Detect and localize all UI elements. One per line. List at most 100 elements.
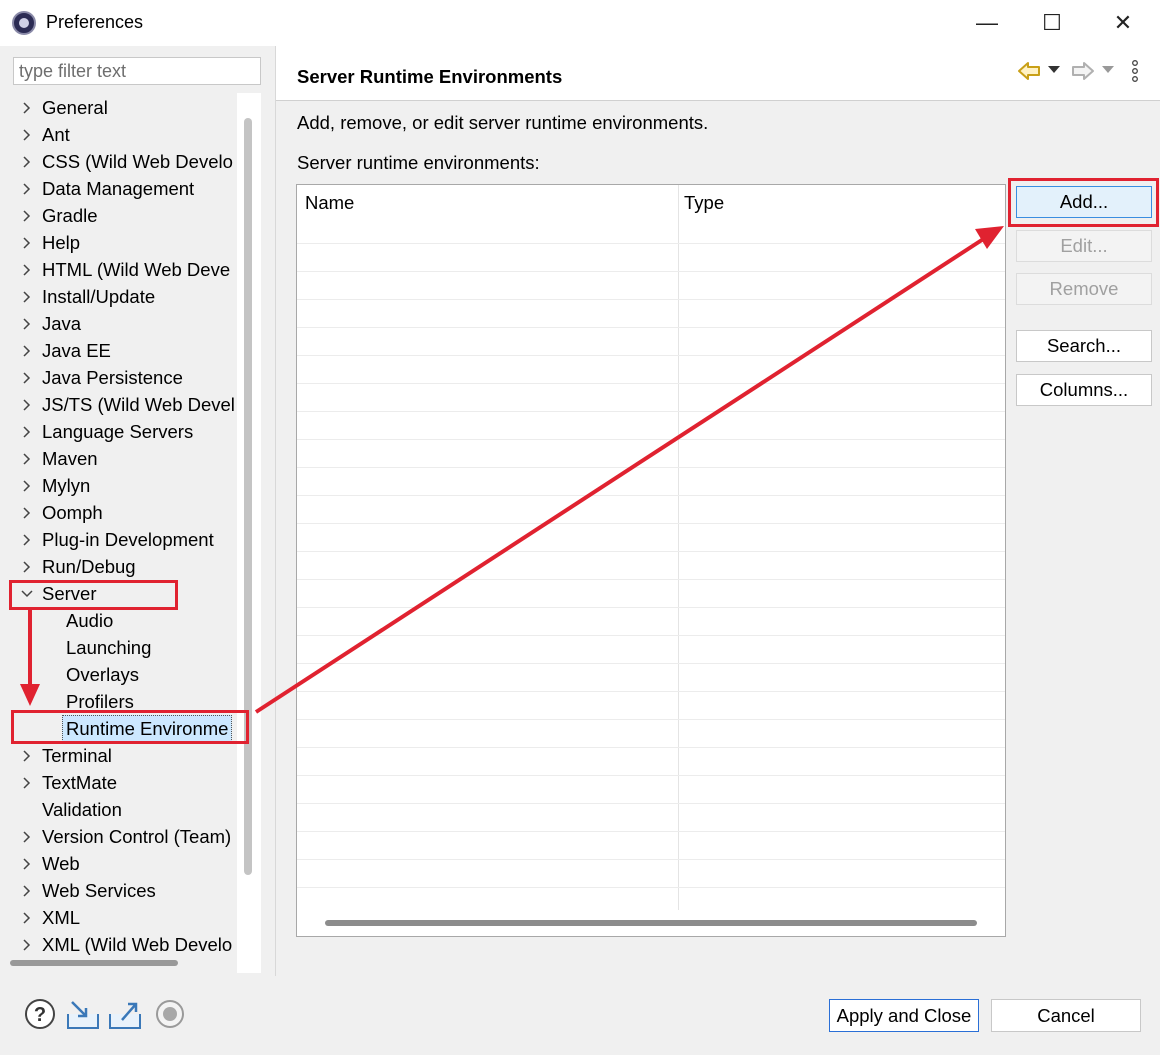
tree-item-label: Maven	[42, 448, 98, 469]
tree-item[interactable]: Terminal	[0, 742, 236, 769]
chevron-right-icon[interactable]	[17, 310, 37, 337]
chevron-right-icon[interactable]	[17, 418, 37, 445]
annotation-box-server	[9, 580, 178, 610]
tree-item[interactable]: Validation	[0, 796, 236, 823]
tree-item[interactable]: XML (Wild Web Develo	[0, 931, 236, 958]
tree-item[interactable]: Language Servers	[0, 418, 236, 445]
export-icon[interactable]	[108, 998, 142, 1030]
tree-item[interactable]: Mylyn	[0, 472, 236, 499]
annotation-box-add	[1008, 178, 1159, 227]
chevron-right-icon[interactable]	[17, 364, 37, 391]
tree-item-label: Audio	[66, 610, 114, 631]
chevron-right-icon[interactable]	[17, 823, 37, 850]
remove-button[interactable]: Remove	[1016, 273, 1152, 305]
view-menu-icon[interactable]	[1130, 59, 1140, 83]
tree-item[interactable]: Data Management	[0, 175, 236, 202]
tree-item[interactable]: Maven	[0, 445, 236, 472]
tree-item-label: Oomph	[42, 502, 103, 523]
column-header-name[interactable]: Name	[305, 192, 354, 214]
tree-item[interactable]: General	[0, 94, 236, 121]
tree-horizontal-scrollbar[interactable]	[10, 960, 178, 966]
tree-item[interactable]: Launching	[0, 634, 236, 661]
chevron-right-icon[interactable]	[17, 337, 37, 364]
chevron-right-icon[interactable]	[17, 904, 37, 931]
cancel-button[interactable]: Cancel	[991, 999, 1141, 1032]
filter-input[interactable]	[13, 57, 261, 85]
tree-item[interactable]: Ant	[0, 121, 236, 148]
page-description: Add, remove, or edit server runtime envi…	[297, 112, 709, 133]
back-dropdown-icon[interactable]	[1048, 66, 1060, 74]
forward-arrow-icon[interactable]	[1070, 60, 1096, 82]
chevron-right-icon[interactable]	[17, 499, 37, 526]
tree-item-label: Data Management	[42, 178, 195, 199]
column-header-type[interactable]: Type	[684, 192, 724, 214]
close-icon[interactable]: ✕	[1101, 8, 1145, 38]
tree-item[interactable]: Java	[0, 310, 236, 337]
tree-item[interactable]: Web	[0, 850, 236, 877]
tree-item[interactable]: Java Persistence	[0, 364, 236, 391]
chevron-right-icon[interactable]	[17, 850, 37, 877]
chevron-right-icon[interactable]	[17, 283, 37, 310]
tree-vertical-scrollbar[interactable]	[244, 118, 252, 875]
maximize-icon[interactable]: ☐	[1030, 8, 1074, 38]
tree-item[interactable]: Install/Update	[0, 283, 236, 310]
tree-item[interactable]: Web Services	[0, 877, 236, 904]
chevron-right-icon[interactable]	[17, 877, 37, 904]
table-horizontal-scrollbar[interactable]	[325, 920, 977, 926]
help-icon[interactable]: ?	[24, 998, 56, 1030]
tree-item[interactable]: JS/TS (Wild Web Devel	[0, 391, 236, 418]
search-button[interactable]: Search...	[1016, 330, 1152, 362]
tree-item-label: Java EE	[42, 340, 111, 361]
tree-item-label: XML (Wild Web Develo	[42, 934, 233, 955]
chevron-right-icon[interactable]	[17, 472, 37, 499]
chevron-right-icon[interactable]	[17, 742, 37, 769]
minimize-icon[interactable]: —	[965, 8, 1009, 38]
tree-item[interactable]: Overlays	[0, 661, 236, 688]
back-arrow-icon[interactable]	[1016, 60, 1042, 82]
chevron-right-icon[interactable]	[17, 148, 37, 175]
tree-item[interactable]: TextMate	[0, 769, 236, 796]
tree-item-label: Language Servers	[42, 421, 194, 442]
tree-item-label: TextMate	[42, 772, 118, 793]
import-icon[interactable]	[66, 998, 100, 1030]
runtime-environments-table[interactable]: Name Type	[296, 184, 1006, 937]
chevron-right-icon[interactable]	[17, 94, 37, 121]
table-row	[297, 803, 1005, 804]
columns-button[interactable]: Columns...	[1016, 374, 1152, 406]
chevron-right-icon[interactable]	[17, 256, 37, 283]
tree-item[interactable]: Help	[0, 229, 236, 256]
tree-item[interactable]: HTML (Wild Web Deve	[0, 256, 236, 283]
chevron-right-icon[interactable]	[17, 769, 37, 796]
forward-dropdown-icon[interactable]	[1102, 66, 1114, 74]
chevron-right-icon[interactable]	[17, 553, 37, 580]
apply-and-close-button[interactable]: Apply and Close	[829, 999, 979, 1032]
chevron-right-icon[interactable]	[17, 931, 37, 958]
tree-item[interactable]: Oomph	[0, 499, 236, 526]
table-row	[297, 831, 1005, 832]
tree-item-label: Java Persistence	[42, 367, 183, 388]
annotation-box-runtime	[11, 710, 249, 744]
tree-item[interactable]: Plug-in Development	[0, 526, 236, 553]
tree-item[interactable]: XML	[0, 904, 236, 931]
edit-button[interactable]: Edit...	[1016, 230, 1152, 262]
tree-item[interactable]: Java EE	[0, 337, 236, 364]
tree-item[interactable]: Run/Debug	[0, 553, 236, 580]
chevron-right-icon[interactable]	[17, 526, 37, 553]
chevron-right-icon[interactable]	[17, 391, 37, 418]
record-icon[interactable]	[154, 998, 186, 1030]
tree-item-label: Terminal	[42, 745, 112, 766]
chevron-right-icon[interactable]	[17, 202, 37, 229]
tree-item[interactable]: Audio	[0, 607, 236, 634]
preference-tree: General Ant CSS (Wild Web Develo Data Manag…	[0, 93, 236, 973]
chevron-right-icon[interactable]	[17, 445, 37, 472]
tree-item[interactable]: Gradle	[0, 202, 236, 229]
chevron-right-icon[interactable]	[17, 229, 37, 256]
tree-item[interactable]: Version Control (Team)	[0, 823, 236, 850]
table-row	[297, 719, 1005, 720]
chevron-right-icon[interactable]	[17, 121, 37, 148]
tree-item[interactable]: CSS (Wild Web Develo	[0, 148, 236, 175]
chevron-right-icon[interactable]	[17, 175, 37, 202]
pane-splitter[interactable]	[275, 46, 276, 976]
table-row	[297, 663, 1005, 664]
table-row	[297, 607, 1005, 608]
